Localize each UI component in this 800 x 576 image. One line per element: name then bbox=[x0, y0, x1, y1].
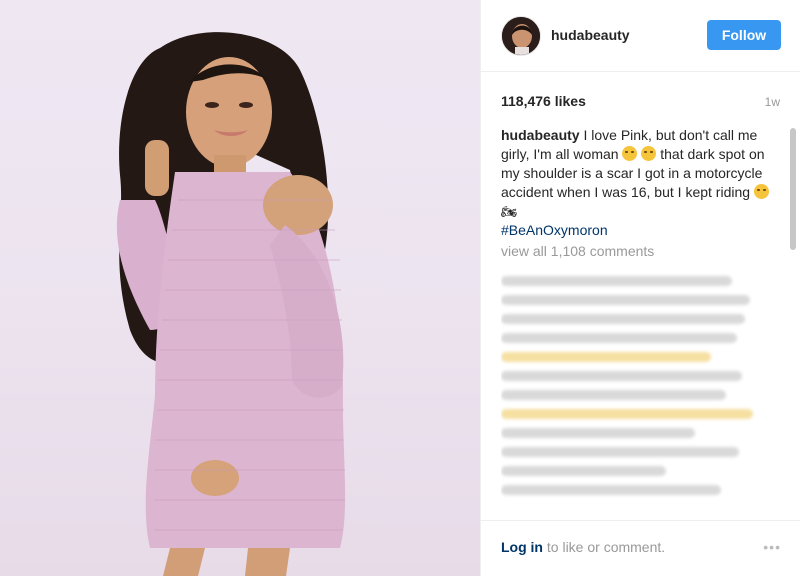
post-age[interactable]: 1w bbox=[765, 95, 780, 109]
post-username[interactable]: hudabeauty bbox=[551, 27, 630, 43]
post-caption: hudabeauty I love Pink, but don't call m… bbox=[501, 126, 779, 240]
blurred-comment-line bbox=[501, 485, 722, 495]
relieved-face-emoji-icon bbox=[622, 146, 638, 161]
blurred-comment-line bbox=[501, 276, 732, 286]
view-all-comments-link[interactable]: view all 1,108 comments bbox=[501, 243, 654, 259]
post-photo[interactable] bbox=[0, 0, 480, 576]
blurred-comment-line bbox=[501, 390, 727, 400]
hashtag-link[interactable]: #BeAnOxymoron bbox=[501, 222, 608, 238]
relieved-face-emoji-icon bbox=[641, 146, 657, 161]
blurred-comment-line bbox=[501, 428, 695, 438]
profile-avatar[interactable] bbox=[501, 16, 541, 56]
comments-scrollbar[interactable] bbox=[790, 128, 796, 250]
motorcycle-emoji-icon: 🏍 bbox=[501, 204, 518, 219]
post-footer: Log in to like or comment. ••• bbox=[481, 520, 800, 576]
blurred-comment-line bbox=[501, 409, 753, 419]
more-options-icon[interactable]: ••• bbox=[763, 539, 781, 555]
blurred-comment-line bbox=[501, 352, 711, 362]
profile-picture-image bbox=[502, 17, 540, 55]
blurred-comments bbox=[501, 268, 763, 518]
post-details-panel: hudabeauty Follow 118,476 likes 1w hudab… bbox=[480, 0, 800, 576]
blurred-comment-line bbox=[501, 295, 750, 305]
login-suffix: to like or comment. bbox=[543, 539, 666, 555]
woman-in-pink-dress-image bbox=[116, 32, 346, 576]
blurred-comment-line bbox=[501, 314, 745, 324]
blurred-comment-line bbox=[501, 447, 740, 457]
blurred-comment-line bbox=[501, 371, 743, 381]
post-header: hudabeauty Follow bbox=[481, 0, 800, 72]
login-prompt: Log in to like or comment. bbox=[501, 539, 665, 555]
follow-button[interactable]: Follow bbox=[707, 20, 781, 50]
blurred-comment-line bbox=[501, 466, 667, 476]
caption-username[interactable]: hudabeauty bbox=[501, 127, 580, 143]
blurred-comment-line bbox=[501, 333, 737, 343]
smiling-face-emoji-icon bbox=[753, 184, 769, 199]
likes-count[interactable]: 118,476 likes bbox=[501, 93, 586, 109]
login-link[interactable]: Log in bbox=[501, 539, 543, 555]
